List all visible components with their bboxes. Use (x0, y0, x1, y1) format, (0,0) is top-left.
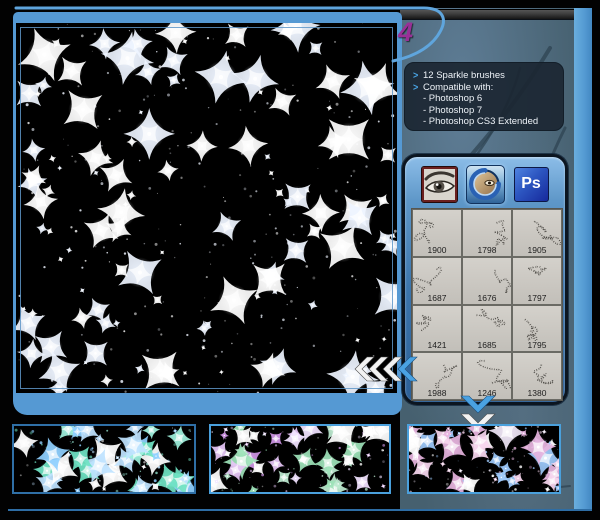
brush-stroke-preview (413, 210, 461, 246)
info-text: Compatible with: (423, 82, 493, 94)
brush-size-label: 1687 (413, 293, 461, 303)
brush-stroke-preview (513, 210, 561, 246)
brush-cell[interactable]: 1905 (512, 209, 562, 257)
info-item: > 12 Sparkle brushes (413, 70, 555, 82)
info-item: - Photoshop CS3 Extended (413, 116, 555, 128)
photoshop6-eye-icon[interactable] (422, 167, 457, 202)
brush-stroke-preview (463, 306, 511, 342)
photoshop-cs3-ps-icon[interactable]: Ps (514, 167, 549, 202)
brush-cell[interactable]: 1246 (462, 352, 512, 400)
brush-stroke-preview (413, 306, 461, 342)
brush-size-label: 1685 (463, 340, 511, 350)
brush-size-label: 1380 (513, 388, 561, 398)
brush-cell[interactable]: 1380 (512, 352, 562, 400)
info-item: > Compatible with: (413, 82, 555, 94)
brush-stroke-preview (413, 258, 461, 294)
brush-size-label: 1795 (513, 340, 561, 350)
brush-stroke-preview (463, 210, 511, 246)
preview-sparkles-1 (14, 426, 194, 492)
brush-cell[interactable]: 1795 (512, 305, 562, 353)
brush-stroke-preview (463, 353, 511, 389)
info-text: 12 Sparkle brushes (423, 70, 505, 82)
info-text: - Photoshop CS3 Extended (423, 116, 538, 128)
brush-size-label: 1988 (413, 388, 461, 398)
page-number: 4 (398, 17, 428, 48)
info-item: - Photoshop 6 (413, 93, 555, 105)
info-item: - Photoshop 7 (413, 105, 555, 117)
info-text: - Photoshop 6 (423, 93, 482, 105)
right-accent-bar (574, 8, 592, 511)
preview-thumbnail-1 (12, 424, 196, 494)
brush-cell[interactable]: 1685 (462, 305, 512, 353)
app-icons-row: Ps (405, 164, 565, 204)
brush-stroke-preview (413, 353, 461, 389)
brush-cell[interactable]: 1900 (412, 209, 462, 257)
info-box: > 12 Sparkle brushes > Compatible with: … (404, 62, 564, 131)
ps-label: Ps (521, 175, 541, 193)
brush-size-label: 1676 (463, 293, 511, 303)
sparkle-preview-image (16, 23, 397, 393)
photoshop7-icon[interactable] (466, 165, 505, 204)
brush-stroke-preview (513, 353, 561, 389)
preview-thumbnail-2 (209, 424, 391, 494)
brush-cell[interactable]: 1676 (462, 257, 512, 305)
brush-cell[interactable]: 1988 (412, 352, 462, 400)
brush-size-label: 1421 (413, 340, 461, 350)
info-text: - Photoshop 7 (423, 105, 482, 117)
brush-cell[interactable]: 1421 (412, 305, 462, 353)
brush-cell[interactable]: 1797 (512, 257, 562, 305)
bottom-accent-line (8, 509, 592, 511)
brush-cell[interactable]: 1798 (462, 209, 512, 257)
main-preview-frame (13, 12, 402, 415)
brush-size-label: 1900 (413, 245, 461, 255)
feather-eye-icon (468, 167, 502, 201)
preview-sparkles-3 (409, 426, 559, 492)
preview-sparkles-2 (211, 426, 389, 492)
poster-canvas: 4 > 12 Sparkle brushes > Compatible with… (0, 0, 600, 520)
eye-icon (424, 169, 455, 200)
brush-grid: 190017981905 168716761797 142116851795 1988… (411, 208, 563, 401)
chevron-bullet-icon: > (413, 81, 423, 94)
brush-size-label: 1905 (513, 245, 561, 255)
left-chevrons-icon[interactable] (354, 355, 418, 383)
brush-cell[interactable]: 1687 (412, 257, 462, 305)
brush-stroke-preview (513, 258, 561, 294)
preview-thumbnail-3 (407, 424, 561, 494)
brush-size-label: 1797 (513, 293, 561, 303)
brush-stroke-preview (463, 258, 511, 294)
brush-stroke-preview (513, 306, 561, 342)
brush-panel: Ps 1900179819051687167617971421168517951… (402, 154, 568, 405)
brush-size-label: 1798 (463, 245, 511, 255)
